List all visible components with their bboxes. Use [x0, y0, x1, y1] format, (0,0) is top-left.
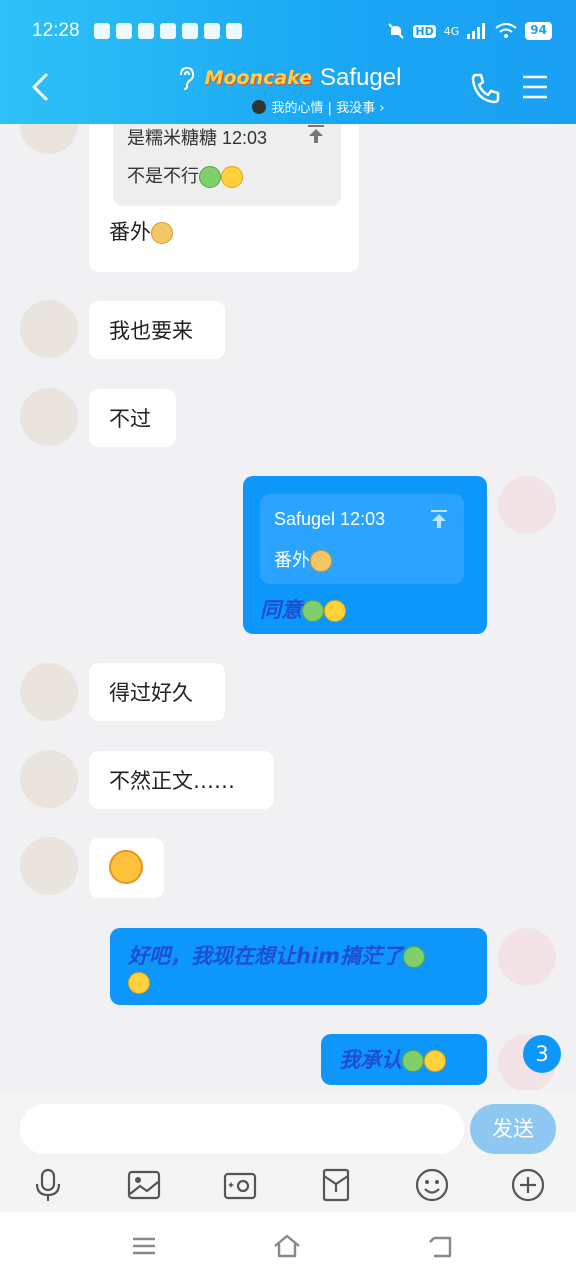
top-bar: 12:28 HD 4G 94 Mooncake Safugel 我的心情 | 我… [0, 0, 576, 124]
input-bar: 发送 [0, 1090, 576, 1212]
message-bubble-own[interactable]: Safugel 12:03 番外 同意 [243, 476, 487, 634]
smile-emoji [324, 600, 346, 622]
message-bubble-own[interactable]: 好吧，我现在想让him搞茫了 [110, 928, 487, 1005]
avatar-self[interactable] [498, 928, 556, 986]
message-text: 同意 [260, 594, 346, 624]
mute-icon [388, 23, 405, 39]
quoted-message[interactable]: 是糯米糖糖 12:03 不是不行 [113, 124, 341, 206]
dog-emoji [310, 550, 332, 573]
camera-icon[interactable] [223, 1168, 257, 1202]
message-text: 我也要来 [109, 319, 193, 343]
notification-icon [181, 23, 198, 39]
message-text: 得过好久 [109, 681, 193, 705]
notification-icon [159, 23, 176, 39]
message-bubble[interactable]: 我也要来 [89, 301, 225, 359]
recent-apps-icon[interactable] [129, 1232, 159, 1260]
home-icon[interactable] [272, 1232, 302, 1260]
status-time: 12:28 [32, 20, 80, 41]
dino-emoji [199, 166, 221, 189]
dino-emoji [402, 1050, 424, 1072]
avatar-contact[interactable] [20, 388, 78, 446]
message-text: 番外 [109, 216, 173, 246]
mood-icon [251, 99, 266, 114]
dino-emoji [302, 600, 324, 622]
notification-icon [93, 23, 110, 39]
mood-text: 我的心情 | 我没事 › [271, 101, 385, 116]
signal-icon [467, 23, 486, 39]
notification-icons [93, 23, 242, 39]
contact-name: Safugel [320, 64, 402, 91]
dog-emoji [151, 222, 173, 244]
image-icon[interactable] [127, 1168, 161, 1202]
microphone-icon[interactable] [31, 1168, 65, 1202]
avatar-contact[interactable] [20, 750, 78, 808]
phone-icon[interactable] [470, 72, 500, 104]
plus-icon[interactable] [511, 1168, 545, 1202]
message-text: 我承认 [339, 1048, 446, 1072]
smile-emoji [128, 972, 150, 994]
notification-icon [137, 23, 154, 39]
send-button[interactable]: 发送 [470, 1104, 556, 1154]
chat-area[interactable]: 是糯米糖糖 12:03 不是不行 番外 我也要来 不过 Safugel 12:0… [0, 124, 576, 1090]
jump-to-message-icon[interactable] [428, 508, 450, 530]
notification-icon [225, 23, 242, 39]
avatar-contact[interactable] [20, 663, 78, 721]
message-bubble[interactable]: 不过 [89, 389, 176, 447]
facepalm-emoji [109, 850, 143, 884]
status-bar: 12:28 HD 4G 94 [32, 16, 552, 46]
network-label: 4G [443, 24, 460, 38]
message-text: 不然正文…… [109, 769, 235, 793]
wifi-icon [495, 23, 517, 38]
message-bubble[interactable]: 不然正文…… [89, 751, 274, 809]
quoted-message[interactable]: Safugel 12:03 番外 [260, 494, 464, 584]
back-nav-icon[interactable] [426, 1232, 456, 1260]
quote-author: 是糯米糖糖 12:03 [127, 128, 268, 148]
message-bubble[interactable]: 是糯米糖糖 12:03 不是不行 番外 [89, 124, 359, 272]
smile-emoji [424, 1050, 446, 1072]
message-bubble[interactable] [89, 838, 164, 898]
avatar-self[interactable] [498, 476, 556, 534]
message-bubble[interactable]: 得过好久 [89, 663, 225, 721]
avatar-contact[interactable] [20, 300, 78, 358]
menu-icon[interactable] [521, 74, 549, 100]
battery-level: 94 [525, 22, 552, 40]
dino-emoji [403, 946, 426, 968]
ear-icon [179, 66, 194, 90]
quote-text: 不是不行 [127, 162, 243, 189]
brand-badge: Mooncake [204, 67, 313, 89]
avatar-contact[interactable] [20, 124, 78, 154]
system-navigation-bar [0, 1212, 576, 1280]
message-input[interactable] [20, 1104, 464, 1154]
avatar-contact[interactable] [20, 837, 78, 895]
jump-to-message-icon[interactable] [305, 124, 327, 145]
notification-icon [115, 23, 132, 39]
unread-badge[interactable]: 3 [523, 1035, 561, 1073]
smile-emoji [221, 166, 243, 189]
status-right: HD 4G 94 [387, 22, 552, 40]
red-packet-icon[interactable] [319, 1168, 353, 1202]
emoji-icon[interactable] [415, 1168, 449, 1202]
message-text: 不过 [109, 407, 151, 431]
notification-icon [203, 23, 220, 39]
message-text: 好吧，我现在想让him搞茫了 [128, 944, 426, 994]
quote-text: 番外 [274, 546, 332, 573]
message-bubble-own[interactable]: 我承认 [321, 1034, 487, 1085]
hd-icon: HD [413, 24, 436, 38]
quote-author: Safugel 12:03 [274, 509, 386, 529]
